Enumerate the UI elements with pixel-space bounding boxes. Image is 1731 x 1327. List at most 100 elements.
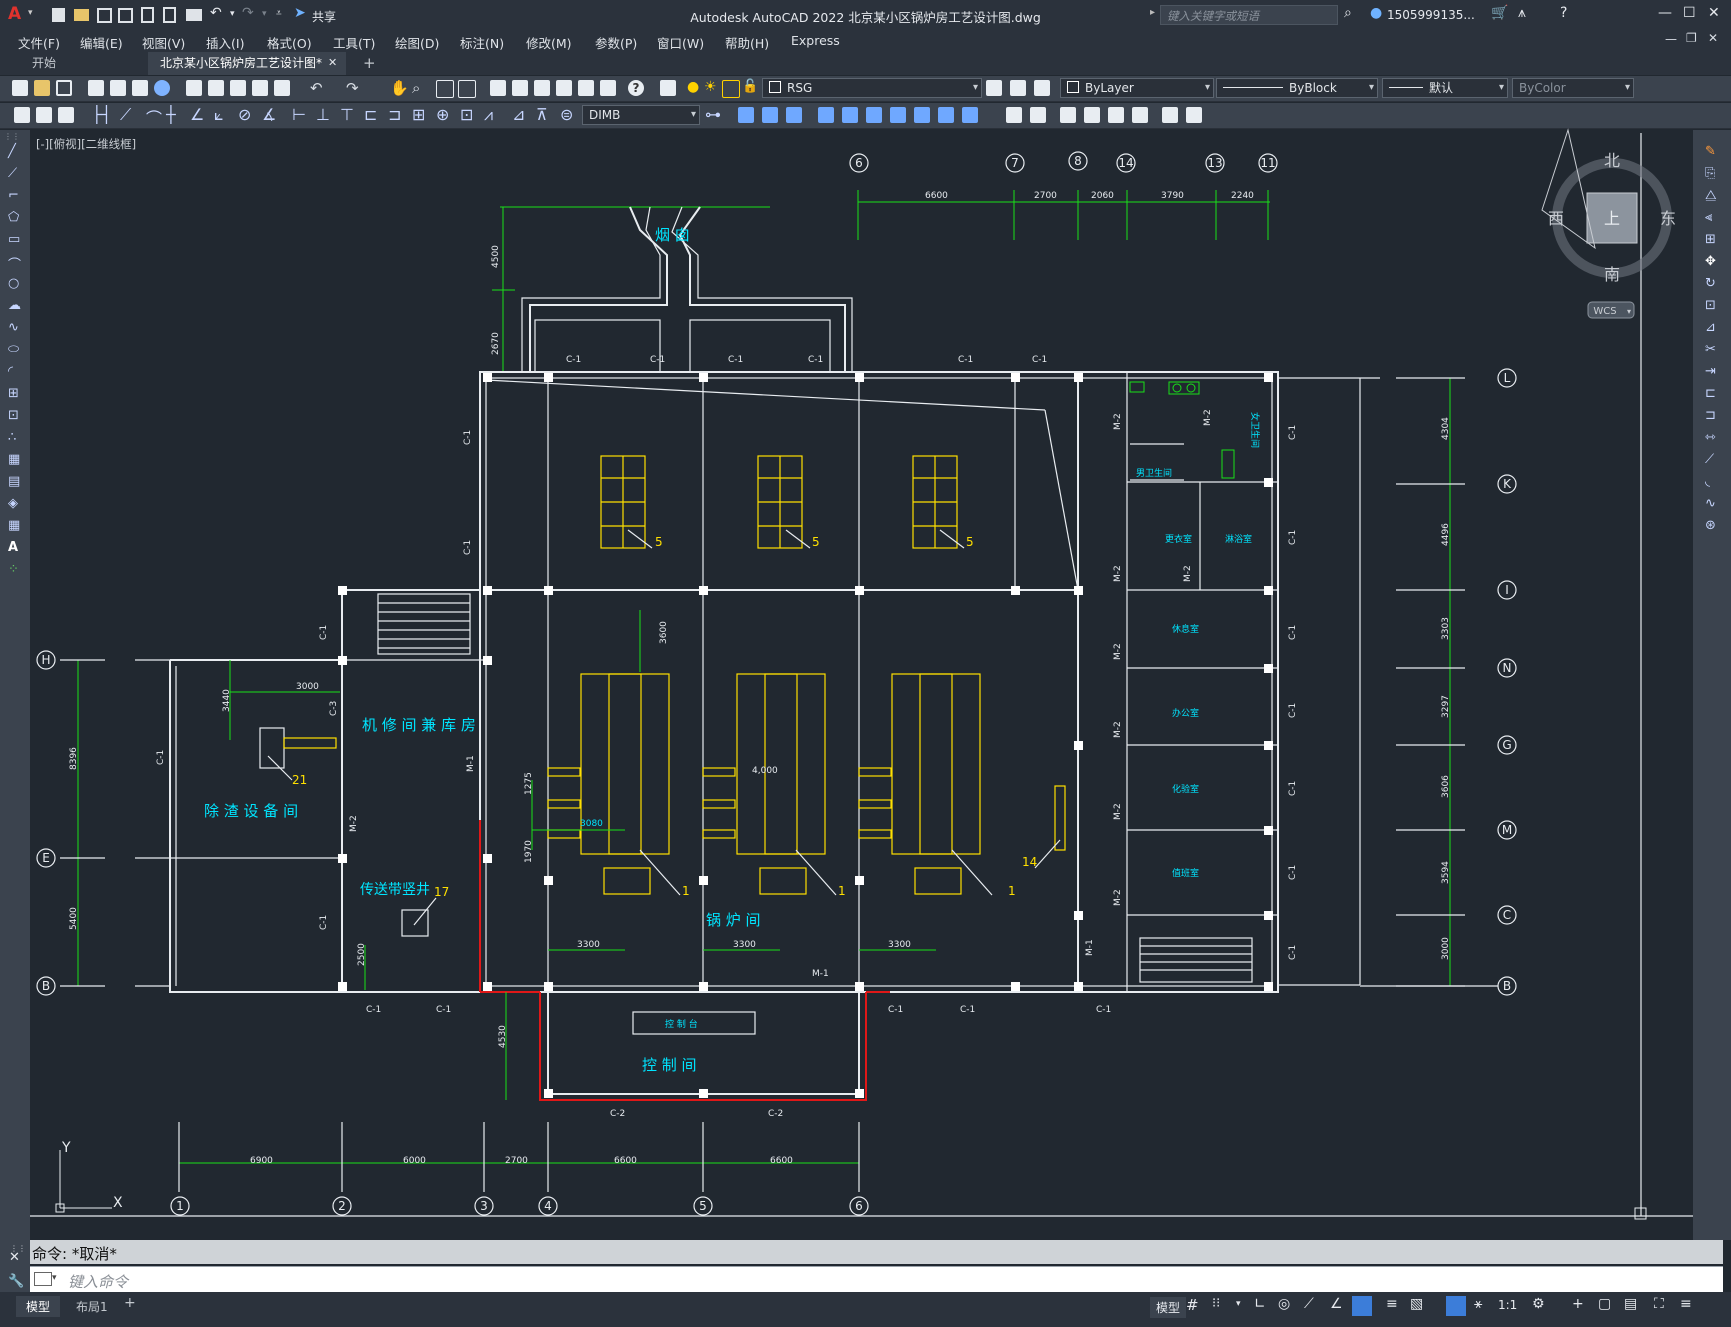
room-toilet-f: 女卫生间 bbox=[1249, 412, 1261, 448]
room-toilet: 男卫生间 bbox=[1136, 467, 1172, 479]
dim-3300-1: 3300 bbox=[577, 940, 600, 950]
ortho-icon[interactable]: ∟ bbox=[1254, 1296, 1266, 1312]
tag-m1-c: M-1 bbox=[1085, 939, 1095, 956]
callout-21: 21 bbox=[292, 773, 307, 787]
tag-c2-a: C-2 bbox=[610, 1109, 625, 1119]
blend-icon[interactable]: ∿ bbox=[1705, 496, 1716, 511]
room-labels: 机 修 间 兼 库 房 除 渣 设 备 间 传送带竖井 锅 炉 间 控 制 间 … bbox=[204, 412, 1261, 1074]
transparency-icon[interactable]: ▧ bbox=[1410, 1296, 1423, 1312]
workspace-gear-icon[interactable]: ⚙ bbox=[1532, 1296, 1545, 1312]
grid-icon[interactable]: # bbox=[1186, 1296, 1199, 1314]
chevron-down-icon[interactable]: ▾ bbox=[1236, 1299, 1241, 1309]
stair-right bbox=[1139, 937, 1253, 983]
scale-icon[interactable]: ⊡ bbox=[1705, 298, 1716, 313]
viewcube[interactable]: 上 北 南 东 西 WCS ▾ bbox=[1541, 128, 1676, 319]
room-office: 办公室 bbox=[1172, 707, 1199, 719]
top-dim-1: 6600 bbox=[925, 191, 948, 201]
room-rest: 休息室 bbox=[1172, 623, 1199, 635]
wcs-chevron-icon: ▾ bbox=[1627, 307, 1631, 316]
right-dim-6: 3594 bbox=[1441, 861, 1451, 884]
tag-c1-l: C-1 bbox=[463, 430, 473, 445]
right-axis-3: I bbox=[1505, 583, 1509, 597]
dim-4530: 4530 bbox=[498, 1025, 508, 1048]
top-axis-5: 13 bbox=[1207, 156, 1222, 170]
lineweight-icon[interactable]: ≡ bbox=[1386, 1296, 1398, 1312]
callout-1-c: 1 bbox=[1008, 884, 1016, 898]
move-icon[interactable]: ✥ bbox=[1705, 254, 1716, 269]
tab-model[interactable]: 模型 bbox=[16, 1296, 61, 1317]
top-dimension-chain: 6600 2700 2060 3790 2240 bbox=[857, 190, 1270, 240]
array-icon[interactable]: ⊞ bbox=[1705, 232, 1716, 247]
extend-icon[interactable]: ⇥ bbox=[1705, 364, 1716, 379]
rotate-icon[interactable]: ↻ bbox=[1705, 276, 1716, 291]
right-axis-1: L bbox=[1504, 371, 1511, 385]
viewcube-top-label: 上 bbox=[1604, 209, 1620, 228]
right-dim-1: 4304 bbox=[1441, 417, 1451, 440]
dim-3080: 3080 bbox=[580, 819, 603, 829]
status-bar: 模型 布局1 + 模型 # ⁝⁝ ▾ ∟ ◎ ⟋ ∠ ≡ ▧ ⚹ 1:1 ⚙ +… bbox=[0, 1292, 1731, 1327]
polar-icon[interactable]: ◎ bbox=[1278, 1296, 1290, 1312]
annotation-scale[interactable]: 1:1 bbox=[1498, 1298, 1517, 1312]
osnap-tracking-icon[interactable]: ∠ bbox=[1330, 1296, 1343, 1312]
chamfer-icon[interactable]: ⟋ bbox=[1705, 452, 1714, 467]
tag-c1-r: C-1 bbox=[1288, 530, 1298, 545]
tag-m1-a: M-1 bbox=[812, 969, 829, 979]
bottom-axis-6: 6 bbox=[855, 1199, 863, 1213]
callout-5-a: 5 bbox=[655, 535, 663, 549]
command-input[interactable]: ▾ 键入命令 bbox=[30, 1266, 1723, 1293]
dim-1275: 1275 bbox=[524, 772, 534, 795]
command-prompt-icon[interactable] bbox=[34, 1272, 52, 1286]
customization-icon[interactable]: ≡ bbox=[1680, 1296, 1692, 1312]
model-space-button[interactable]: 模型 bbox=[1150, 1297, 1187, 1318]
erase-icon[interactable]: ✎ bbox=[1705, 144, 1716, 159]
tag-c3: C-3 bbox=[329, 701, 339, 716]
tag-c2-b: C-2 bbox=[768, 1109, 783, 1119]
tag-m2-g: M-2 bbox=[1113, 889, 1123, 906]
bottom-dim-3: 2700 bbox=[505, 1156, 528, 1166]
tag-c1-e: C-1 bbox=[958, 355, 973, 365]
command-close-icon[interactable]: ✕ bbox=[9, 1250, 20, 1265]
trim-icon[interactable]: ✂ bbox=[1705, 342, 1716, 357]
fillet-icon[interactable]: ◟ bbox=[1705, 474, 1710, 489]
tag-c1-k: C-1 bbox=[1096, 1005, 1111, 1015]
stretch-icon[interactable]: ⊿ bbox=[1705, 320, 1716, 335]
tab-layout1[interactable]: 布局1 bbox=[70, 1296, 114, 1317]
bottom-dim-4: 6600 bbox=[614, 1156, 637, 1166]
top-dim-4: 3790 bbox=[1161, 191, 1184, 201]
snap-icon[interactable]: ⁝⁝ bbox=[1212, 1296, 1220, 1311]
break-point-icon[interactable]: ⊏ bbox=[1705, 386, 1716, 401]
drawing-layer: .w{stroke:#e8ecf0;stroke-width:1.2;fill:… bbox=[30, 128, 1693, 1220]
tag-c1-j: C-1 bbox=[960, 1005, 975, 1015]
customize-wrench-icon[interactable]: 🔧 bbox=[8, 1274, 24, 1289]
annotation-autoscale-icon[interactable]: ⚹ bbox=[1474, 1296, 1482, 1312]
explode-icon[interactable]: ⊛ bbox=[1705, 518, 1716, 533]
top-axis-1: 6 bbox=[855, 156, 863, 170]
right-axis-2: K bbox=[1503, 477, 1512, 491]
callout-17: 17 bbox=[434, 885, 449, 899]
join-icon[interactable]: ⇿ bbox=[1705, 430, 1716, 445]
bottom-axis-1: 1 bbox=[176, 1199, 184, 1213]
callout-1-b: 1 bbox=[838, 884, 846, 898]
add-layout-button[interactable]: + bbox=[124, 1295, 136, 1311]
mirror-icon[interactable]: ⧋ bbox=[1705, 188, 1717, 203]
quick-properties-icon[interactable]: ▤ bbox=[1624, 1296, 1637, 1312]
tag-c1-b: C-1 bbox=[650, 355, 665, 365]
ucs-x-label: X bbox=[113, 1195, 123, 1211]
copy-object-icon[interactable]: ⎘ bbox=[1705, 166, 1715, 181]
clean-screen-icon[interactable]: ⛶ bbox=[1654, 1296, 1664, 1312]
tag-c1-t: C-1 bbox=[1288, 703, 1298, 718]
tag-m2-h: M-2 bbox=[1203, 409, 1213, 426]
units-icon[interactable]: ▢ bbox=[1598, 1296, 1611, 1312]
command-line-handle: ⋮⋮ ✕ 🔧 bbox=[0, 1240, 30, 1292]
room-control: 控 制 间 bbox=[642, 1056, 697, 1074]
break-icon[interactable]: ⊐ bbox=[1705, 408, 1716, 423]
annotation-monitor-icon[interactable]: + bbox=[1572, 1296, 1584, 1312]
annotation-visibility-icon[interactable] bbox=[1446, 1296, 1466, 1316]
tag-m1-b: M-1 bbox=[466, 755, 476, 772]
osnap-icon[interactable] bbox=[1352, 1296, 1372, 1316]
top-dim-2: 2700 bbox=[1034, 191, 1057, 201]
tag-c1-f: C-1 bbox=[1032, 355, 1047, 365]
isodraft-icon[interactable]: ⟋ bbox=[1304, 1296, 1314, 1312]
offset-icon[interactable]: ⫷ bbox=[1705, 210, 1712, 225]
chevron-down-icon[interactable]: ▾ bbox=[52, 1273, 57, 1283]
